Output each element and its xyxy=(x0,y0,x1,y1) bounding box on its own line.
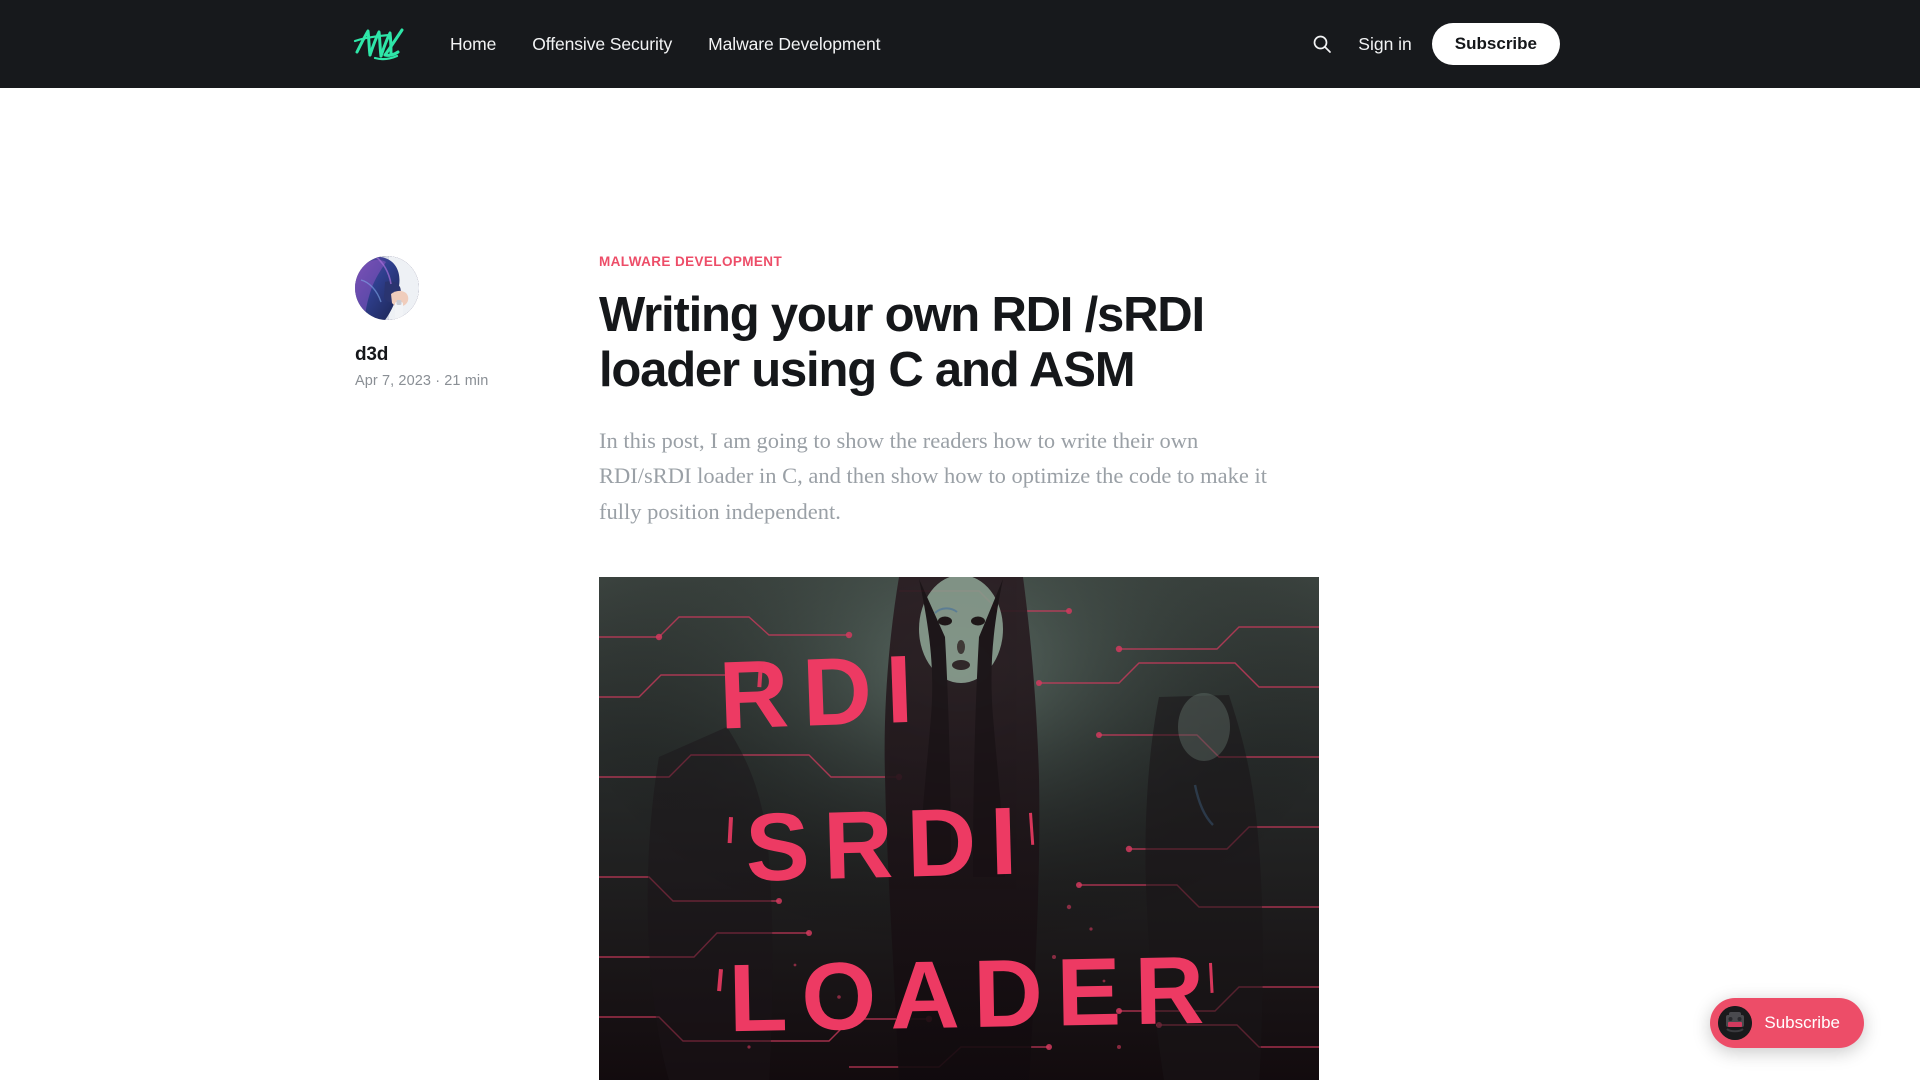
site-badge-icon xyxy=(1718,1006,1753,1040)
nav-item-offensive-security[interactable]: Offensive Security xyxy=(532,28,672,61)
search-icon xyxy=(1313,35,1332,53)
page-body: d3d Apr 7, 2023 · 21 min Malware Develop… xyxy=(0,88,1920,1080)
author-sidebar: d3d Apr 7, 2023 · 21 min xyxy=(355,256,555,389)
avatar[interactable] xyxy=(355,256,419,320)
feature-image-artwork: RDI SRDI LOADER xyxy=(599,577,1319,1080)
sign-in-link[interactable]: Sign in xyxy=(1358,34,1412,55)
article-tag-malware-development[interactable]: Malware Development xyxy=(599,254,782,269)
subscribe-button[interactable]: Subscribe xyxy=(1431,23,1560,65)
nav-item-home[interactable]: Home xyxy=(450,28,496,61)
floating-subscribe-label: Subscribe xyxy=(1764,1013,1840,1032)
author-meta: Apr 7, 2023 · 21 min xyxy=(355,373,489,389)
page-title: Writing your own RDI /sRDI loader using … xyxy=(599,288,1205,397)
site-header: Home Offensive Security Malware Developm… xyxy=(0,0,1920,88)
floating-subscribe-button[interactable]: Subscribe xyxy=(1710,998,1864,1048)
cover-text-rdi: RDI xyxy=(717,636,928,750)
author-name[interactable]: d3d xyxy=(355,344,555,366)
article-content: Malware Development Writing your own RDI… xyxy=(599,253,1319,1080)
ms-script-logo-icon xyxy=(353,28,404,61)
cover-text-srdi: SRDI xyxy=(744,788,1032,902)
header-inner: Home Offensive Security Malware Developm… xyxy=(0,22,1920,66)
site-badge-artwork xyxy=(1718,1006,1753,1040)
feature-image: RDI SRDI LOADER xyxy=(599,577,1319,1080)
article-excerpt: In this post, I am going to show the rea… xyxy=(599,427,1268,524)
header-actions: Sign in Subscribe xyxy=(1304,23,1560,65)
avatar-image xyxy=(355,256,419,320)
site-logo[interactable] xyxy=(352,22,408,66)
nav-item-malware-development[interactable]: Malware Development xyxy=(708,28,880,61)
main-navigation: Home Offensive Security Malware Developm… xyxy=(450,28,880,61)
cover-text-loader: LOADER xyxy=(728,937,1219,1053)
search-button[interactable] xyxy=(1304,26,1340,62)
